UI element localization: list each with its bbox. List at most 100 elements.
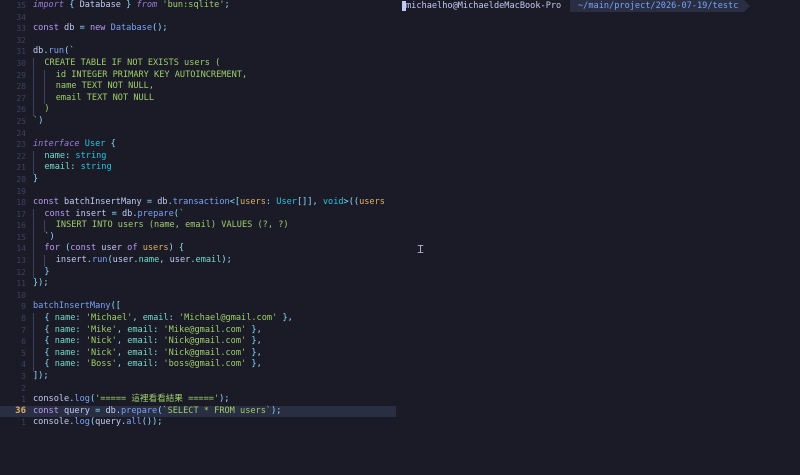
code-token: { xyxy=(44,336,55,347)
code-token: ); xyxy=(219,394,230,405)
code-token: email xyxy=(142,313,169,324)
code-line[interactable]: 22 name: string xyxy=(0,150,400,163)
code-line[interactable]: 13 insert.run(user.name, user.email); xyxy=(0,255,400,267)
code-token: query xyxy=(95,417,121,428)
code-token: prepare xyxy=(121,405,158,416)
code-token: interface xyxy=(33,139,80,150)
code-token: run xyxy=(91,255,108,266)
terminal-pane[interactable]: michaelho@MichaeldeMacBook-Pro ~/main/pr… xyxy=(400,0,800,475)
code-token: const xyxy=(33,23,59,34)
code-token: User xyxy=(276,197,297,208)
code-line[interactable]: 17 const insert = db.prepare(` xyxy=(0,208,400,221)
code-token: batchInsertMany xyxy=(58,197,147,208)
code-token: string xyxy=(75,150,107,161)
code-token: ) xyxy=(38,115,44,126)
code-line[interactable]: 5 { name: 'Nick', email: 'Nick@gmail.com… xyxy=(0,347,400,360)
line-number: 18 xyxy=(16,198,26,208)
line-number: 3 xyxy=(21,372,26,381)
code-line[interactable]: 33 const db = new Database(); xyxy=(0,23,400,35)
code-token: name xyxy=(138,255,160,266)
code-line[interactable]: 1 console.log(query.all()); xyxy=(0,417,400,429)
code-token: ) { xyxy=(168,243,185,254)
code-line[interactable]: 9 batchInsertMany([ xyxy=(0,301,400,313)
code-line[interactable]: 12 } xyxy=(0,266,400,279)
code-token: name xyxy=(54,336,76,347)
line-number: 8 xyxy=(21,314,26,324)
code-token: batchInsertMany xyxy=(33,301,111,312)
code-line[interactable]: 2 xyxy=(0,383,400,395)
code-text: email TEXT NOT NULL xyxy=(33,92,154,105)
code-line[interactable]: 16 INSERT INTO users (name, email) VALUE… xyxy=(0,220,400,232)
line-number: 16 xyxy=(16,221,26,231)
code-line[interactable]: 4 { name: 'Boss', email: 'boss@gmail.com… xyxy=(0,359,400,371)
code-line[interactable]: 25 `) xyxy=(0,116,400,128)
code-token: `SELECT * FROM users` xyxy=(162,405,272,416)
code-line[interactable]: 15 `) xyxy=(0,231,400,244)
code-text: id INTEGER PRIMARY KEY AUTOINCREMENT, xyxy=(33,69,247,82)
code-token: all xyxy=(126,417,142,428)
code-line-current[interactable]: 36 const query = db.prepare(`SELECT * FRO… xyxy=(0,405,396,418)
code-token: : xyxy=(65,150,76,161)
code-token: INSERT INTO users (name, email) VALUES (… xyxy=(55,220,289,231)
code-line[interactable]: 14 for (const user of users) { xyxy=(0,243,400,256)
code-line[interactable]: 10 xyxy=(0,290,400,302)
code-token: User xyxy=(84,139,106,150)
code-token: email xyxy=(195,255,222,266)
code-token: : xyxy=(153,336,164,347)
code-line[interactable]: 27 email TEXT NOT NULL xyxy=(0,92,400,105)
code-line[interactable]: 28 name TEXT NOT NULL, xyxy=(0,81,400,93)
code-token: { xyxy=(44,359,55,370)
code-line[interactable]: 18 const batchInsertMany = db.transaction… xyxy=(0,197,400,209)
code-line[interactable]: 8 { name: 'Michael', email: 'Michael@gma… xyxy=(0,313,400,325)
code-text: { name: 'Nick', email: 'Nick@gmail.com' … xyxy=(33,336,262,348)
code-text: db.run(` xyxy=(33,46,74,58)
code-token: } xyxy=(120,0,137,10)
line-number: 7 xyxy=(21,325,26,335)
code-token: ` xyxy=(69,46,75,57)
code-line[interactable]: 32 xyxy=(0,35,400,47)
code-line[interactable]: 1 console.log('===== 這裡看看結果 ====='); xyxy=(0,394,400,406)
line-number: 10 xyxy=(16,290,26,300)
code-text: { name: 'Michael', email: 'Michael@gmail… xyxy=(33,313,293,325)
code-token: ); xyxy=(221,255,232,266)
code-token: { xyxy=(44,324,55,335)
code-token: insert xyxy=(70,208,112,219)
code-token: 'Mike@gmail.com' xyxy=(163,324,247,335)
code-token: console xyxy=(33,417,70,428)
code-token: Database xyxy=(110,23,153,34)
prompt-user-host: michaelho@MichaeldeMacBook-Pro xyxy=(406,1,562,11)
code-line[interactable]: 11}); xyxy=(0,278,400,290)
code-line[interactable]: 21 email: string xyxy=(0,162,400,174)
code-text: { name: 'Mike', email: 'Mike@gmail.com' … xyxy=(33,324,262,337)
code-line[interactable]: 19 xyxy=(0,186,400,198)
code-token: }, xyxy=(246,359,262,370)
code-line[interactable]: 30 CREATE TABLE IF NOT EXISTS users ( xyxy=(0,57,400,70)
code-token: const xyxy=(33,197,59,208)
code-line[interactable]: 7 { name: 'Mike', email: 'Mike@gmail.com… xyxy=(0,324,400,337)
code-token: console xyxy=(33,394,70,405)
code-line[interactable]: 6 { name: 'Nick', email: 'Nick@gmail.com… xyxy=(0,336,400,348)
code-line[interactable]: 29 id INTEGER PRIMARY KEY AUTOINCREMENT, xyxy=(0,69,400,82)
code-line[interactable]: 26 ) xyxy=(0,104,400,116)
code-editor-pane[interactable]: 35 import { Database } from 'bun:sqlite';… xyxy=(0,0,400,475)
code-token: db xyxy=(122,208,133,219)
line-number: 13 xyxy=(16,256,26,266)
code-token: user xyxy=(169,255,191,266)
code-line[interactable]: 34 xyxy=(0,12,400,24)
code-token: name xyxy=(54,347,76,358)
code-line[interactable]: 35 import { Database } from 'bun:sqlite'; xyxy=(0,0,400,12)
code-text: console.log(query.all()); xyxy=(33,417,162,429)
code-line[interactable]: 31 db.run(` xyxy=(0,46,400,58)
code-token: db xyxy=(157,197,168,208)
line-number: 31 xyxy=(16,47,26,57)
code-token: name xyxy=(54,359,76,370)
code-token: const xyxy=(33,405,59,416)
code-line[interactable]: 24 xyxy=(0,128,400,140)
code-line[interactable]: 3]); xyxy=(0,371,400,383)
line-number: 6 xyxy=(21,337,26,347)
code-line[interactable]: 23 interface User { xyxy=(0,139,400,151)
code-token: email xyxy=(127,324,154,335)
code-token: db xyxy=(58,23,80,34)
code-token: db xyxy=(105,405,116,416)
code-line[interactable]: 20} xyxy=(0,174,400,186)
